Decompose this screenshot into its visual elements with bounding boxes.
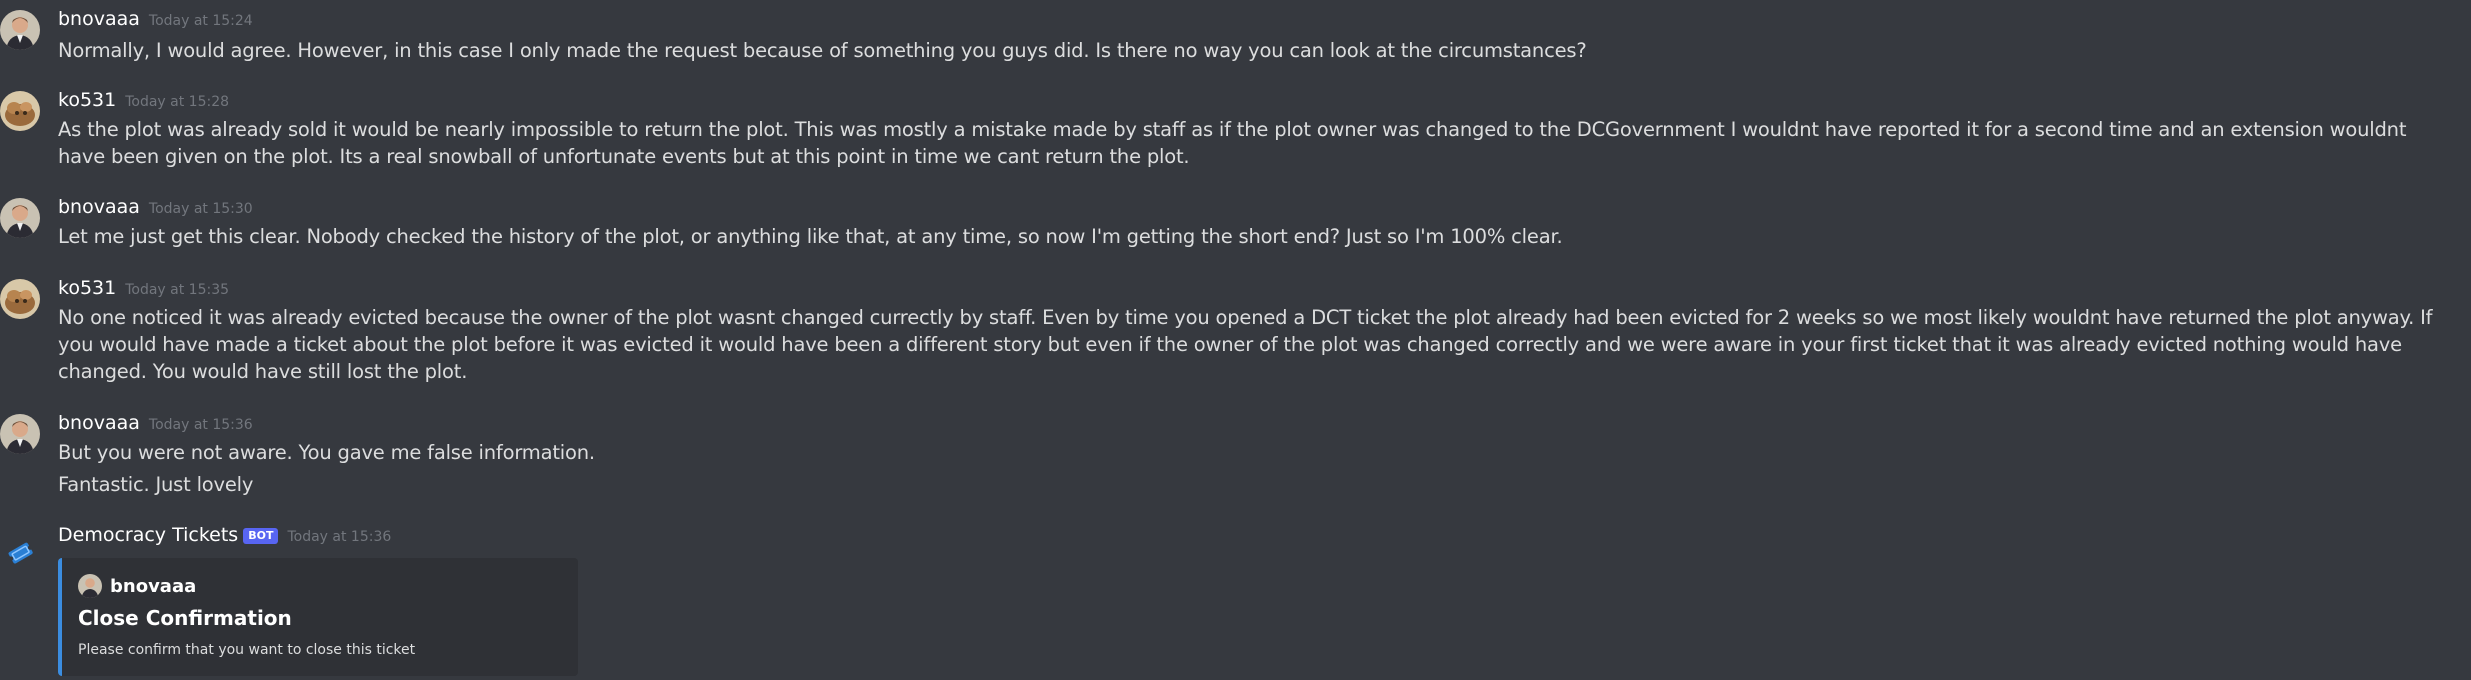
username[interactable]: ko531 [58, 89, 116, 111]
embed-author-name: bnovaaa [110, 575, 197, 597]
message-header: bnovaaa Today at 15:30 [58, 196, 253, 220]
message-content: Normally, I would agree. However, in thi… [58, 39, 1587, 62]
bnovaaa-avatar[interactable] [0, 414, 40, 454]
message-header: ko531 Today at 15:28 [58, 89, 229, 113]
message-content: No one noticed it was already evicted be… [58, 306, 2433, 383]
embed-title: Close Confirmation [78, 606, 292, 630]
username[interactable]: bnovaaa [58, 412, 140, 434]
ticket-icon[interactable] [0, 534, 40, 574]
bnovaaa-avatar[interactable] [0, 10, 40, 50]
embed-description: Please confirm that you want to close th… [78, 642, 416, 658]
message-header: bnovaaa Today at 15:24 [58, 8, 253, 32]
timestamp: Today at 15:30 [148, 201, 253, 217]
username[interactable]: Democracy Tickets [58, 524, 238, 546]
timestamp: Today at 15:36 [148, 417, 253, 433]
username[interactable]: ko531 [58, 277, 116, 299]
ko531-avatar[interactable] [0, 279, 40, 319]
ko531-avatar[interactable] [0, 91, 40, 131]
timestamp: Today at 15:28 [125, 94, 230, 110]
message-header: bnovaaa Today at 15:36 [58, 412, 253, 436]
username[interactable]: bnovaaa [58, 196, 140, 218]
timestamp: Today at 15:35 [125, 282, 230, 298]
username[interactable]: bnovaaa [58, 8, 140, 30]
timestamp: Today at 15:36 [287, 529, 392, 545]
message-header: ko531 Today at 15:35 [58, 277, 229, 301]
bnovaaa-avatar[interactable] [0, 198, 40, 238]
message-content: As the plot was already sold it would be… [58, 118, 2407, 168]
message-content: Fantastic. Just lovely [58, 473, 254, 496]
message-content: But you were not aware. You gave me fals… [58, 441, 595, 464]
embed-author: bnovaaa [78, 574, 196, 598]
message-header: Democracy Tickets BOT Today at 15:36 [58, 524, 391, 548]
timestamp: Today at 15:24 [148, 13, 253, 29]
bot-badge: BOT [243, 528, 279, 544]
embed-author-avatar [78, 574, 102, 598]
message-content: Let me just get this clear. Nobody check… [58, 225, 1563, 248]
embed: bnovaaa Close Confirmation Please confir… [58, 558, 578, 676]
